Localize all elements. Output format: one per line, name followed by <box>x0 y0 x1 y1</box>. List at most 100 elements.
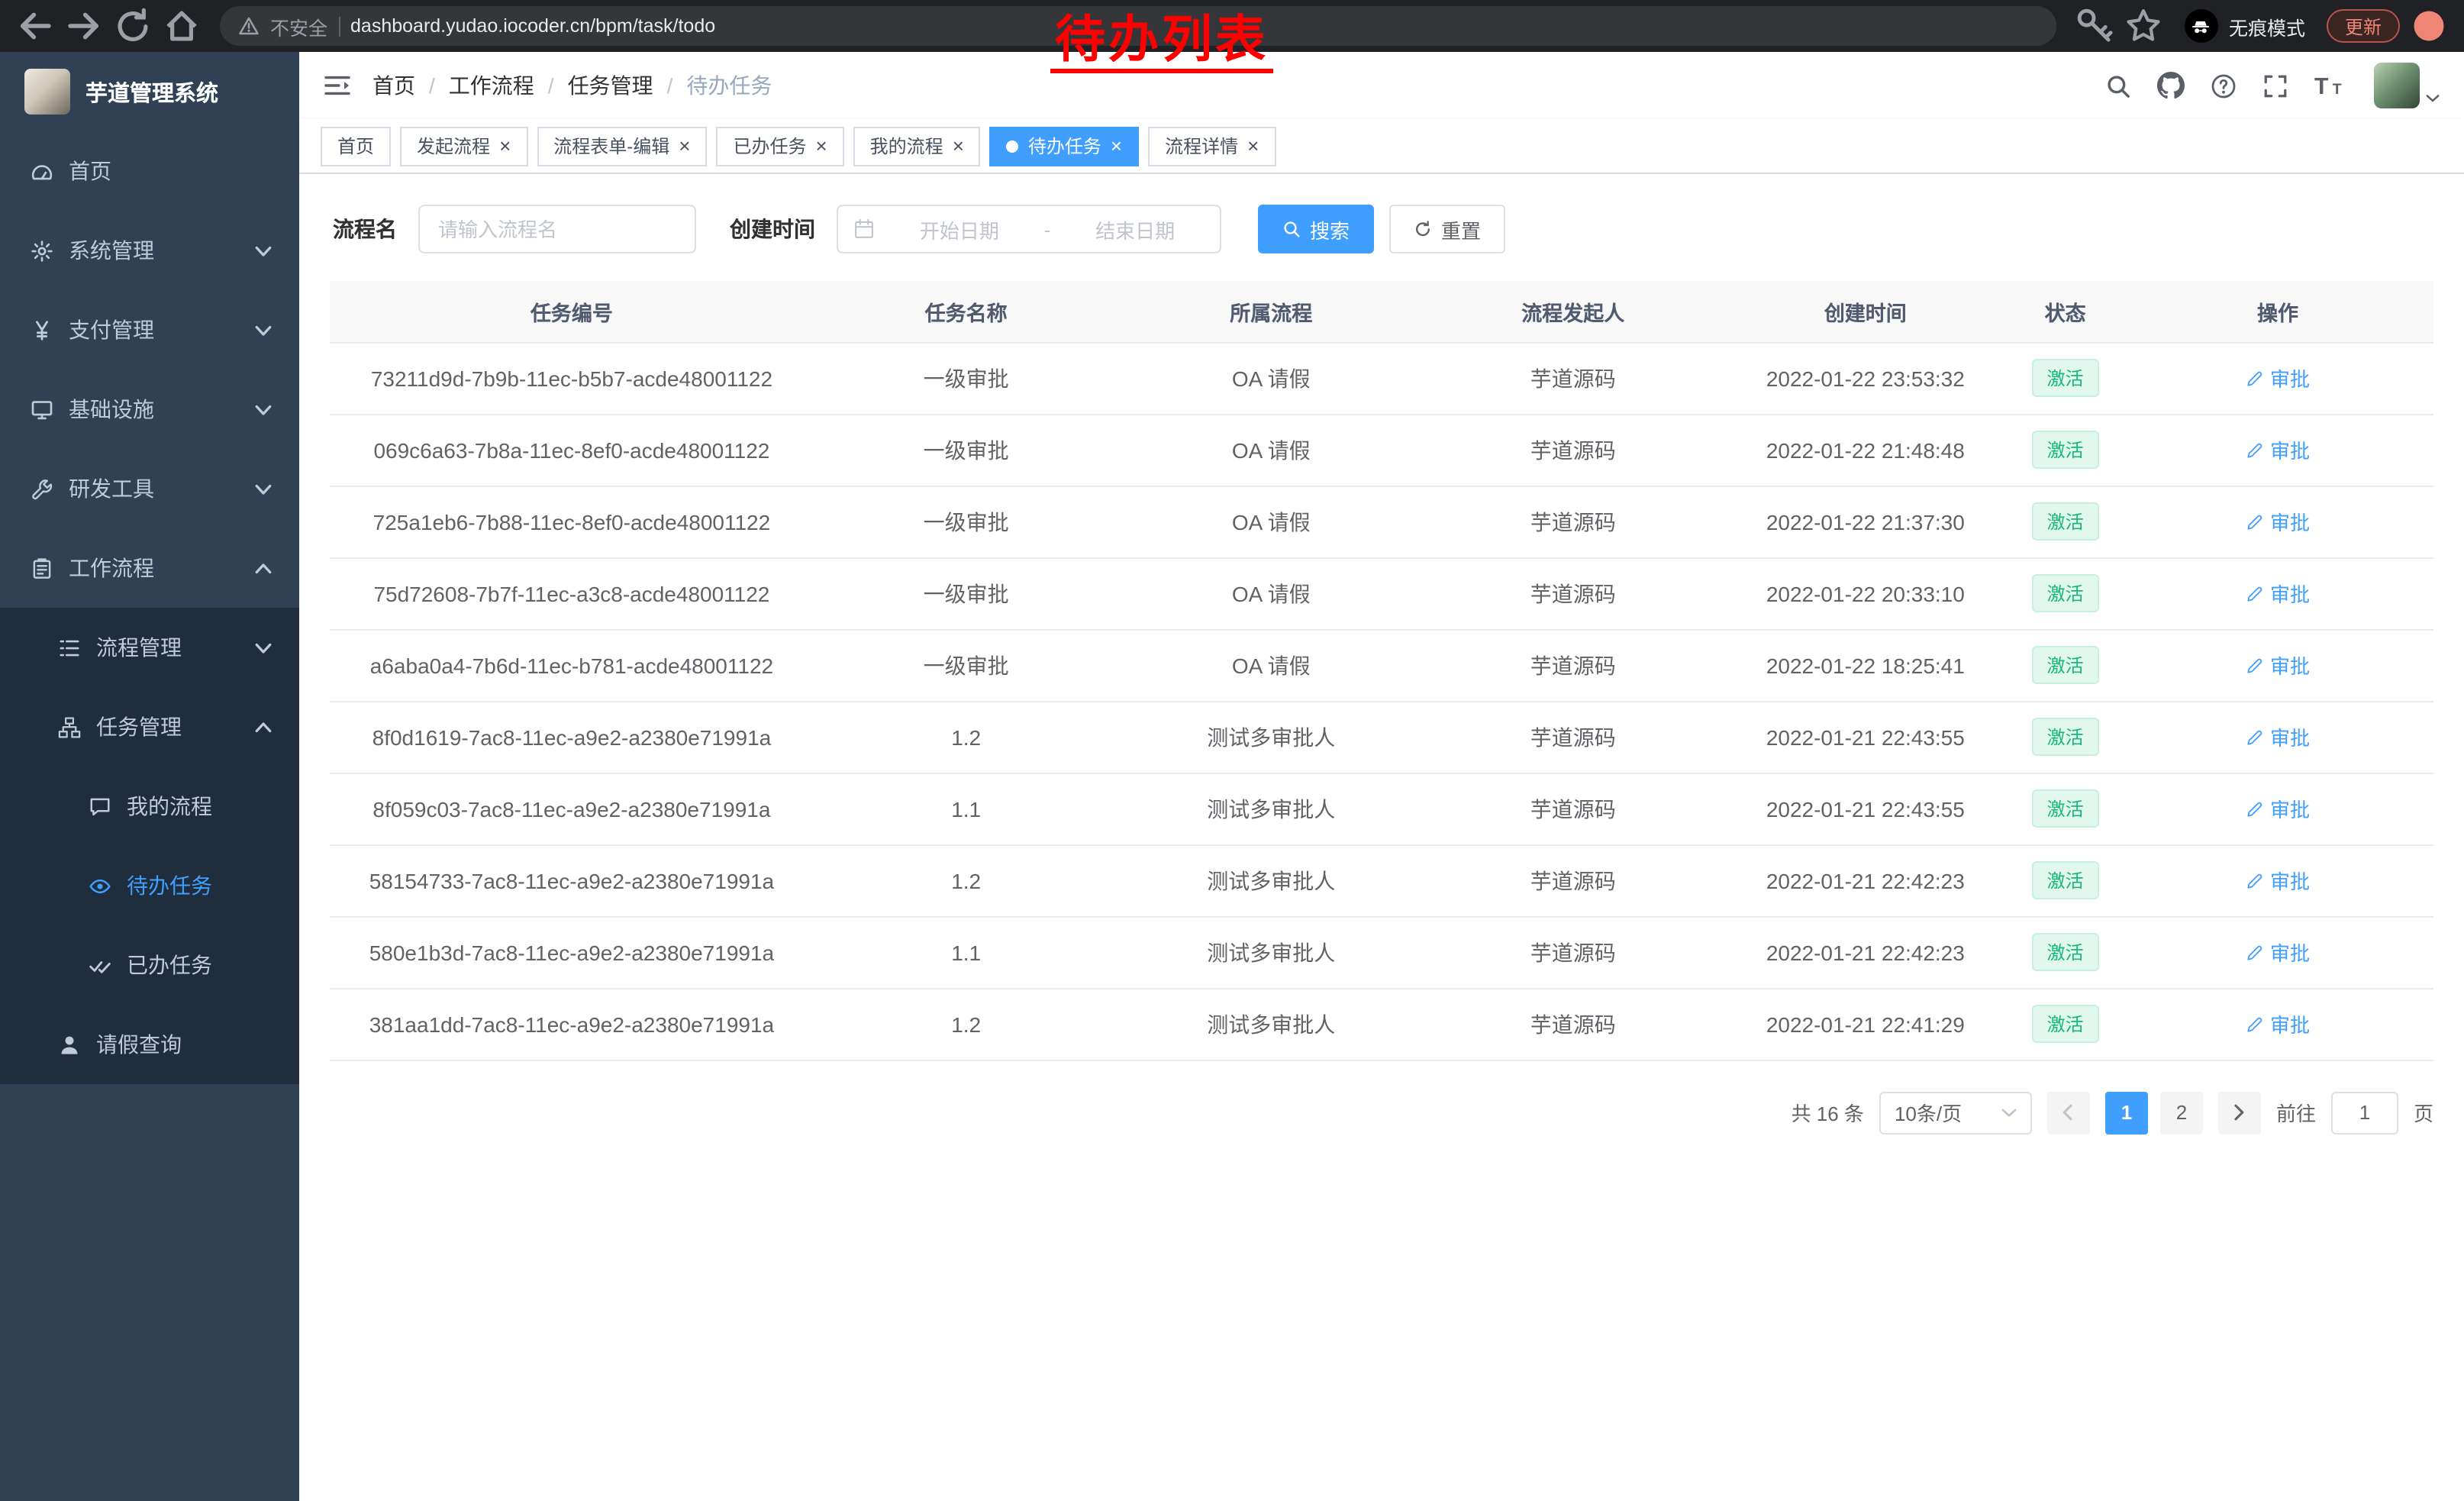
breadcrumb-separator: / <box>667 73 673 98</box>
table-row: 580e1b3d-7ac8-11ec-a9e2-a2380e71991a1.1测… <box>330 916 2433 988</box>
breadcrumb-separator: / <box>429 73 435 98</box>
browser-menu-icon[interactable] <box>2409 6 2449 46</box>
page-button-2[interactable]: 2 <box>2160 1091 2203 1134</box>
table-row: 58154733-7ac8-11ec-a9e2-a2380e71991a1.2测… <box>330 844 2433 916</box>
fullscreen-icon[interactable] <box>2263 73 2289 98</box>
page-unit-label: 页 <box>2414 1098 2433 1127</box>
sidebar-item-process-mgmt[interactable]: 流程管理 <box>0 608 299 687</box>
filter-bar: 流程名 创建时间 开始日期 - 结束日期 搜索 重 <box>330 205 2433 253</box>
browser-back-icon[interactable] <box>15 6 55 46</box>
next-page-button[interactable] <box>2218 1091 2261 1134</box>
approve-link[interactable]: 审批 <box>2246 938 2310 967</box>
cell-task-id: 75d72608-7b7f-11ec-a3c8-acde48001122 <box>330 557 814 629</box>
approve-link[interactable]: 审批 <box>2246 435 2310 464</box>
process-name-input[interactable] <box>418 205 696 253</box>
cell-action: 审批 <box>2122 342 2433 414</box>
sidebar-item-task-mgmt[interactable]: 任务管理 <box>0 687 299 767</box>
approve-link[interactable]: 审批 <box>2246 866 2310 895</box>
cell-status: 激活 <box>2008 629 2122 701</box>
sidebar-item-workflow[interactable]: 工作流程 <box>0 528 299 608</box>
cell-task-name: 1.2 <box>814 844 1119 916</box>
font-size-icon[interactable]: TT <box>2315 72 2348 99</box>
help-icon[interactable] <box>2211 73 2237 98</box>
breadcrumb-item[interactable]: 工作流程 <box>449 70 534 101</box>
github-icon[interactable] <box>2158 72 2185 99</box>
sidebar-item-system[interactable]: 系统管理 <box>0 211 299 290</box>
approve-link[interactable]: 审批 <box>2246 363 2310 392</box>
cell-status: 激活 <box>2008 773 2122 844</box>
svg-text:T: T <box>2315 74 2330 99</box>
cell-process: 测试多审批人 <box>1118 773 1424 844</box>
sidebar-item-infra[interactable]: 基础设施 <box>0 370 299 449</box>
sidebar-item-label: 系统管理 <box>69 235 154 266</box>
tab-流程表单-编辑[interactable]: 流程表单-编辑× <box>537 126 707 166</box>
breadcrumb-item[interactable]: 任务管理 <box>568 70 653 101</box>
sidebar-item-label: 已办任务 <box>127 950 212 980</box>
tab-待办任务[interactable]: 待办任务× <box>990 126 1139 166</box>
approve-link[interactable]: 审批 <box>2246 507 2310 536</box>
tool-icon <box>31 477 53 500</box>
tab-我的流程[interactable]: 我的流程× <box>853 126 981 166</box>
cell-created: 2022-01-22 21:48:48 <box>1722 414 2008 486</box>
goto-page-input[interactable] <box>2331 1091 2398 1134</box>
prev-page-button[interactable] <box>2047 1091 2090 1134</box>
tab-首页[interactable]: 首页 <box>321 126 391 166</box>
page-button-1[interactable]: 1 <box>2105 1091 2148 1134</box>
sidebar-item-label: 流程管理 <box>96 632 182 663</box>
table-header-row: 任务编号任务名称所属流程流程发起人创建时间状态操作 <box>330 281 2433 342</box>
approve-link[interactable]: 审批 <box>2246 794 2310 823</box>
sidebar-item-home[interactable]: 首页 <box>0 131 299 211</box>
approve-link[interactable]: 审批 <box>2246 722 2310 751</box>
browser-update-button[interactable]: 更新 <box>2327 9 2400 43</box>
cell-starter: 芋道源码 <box>1424 629 1722 701</box>
sidebar-item-todo-task[interactable]: 待办任务 <box>0 846 299 925</box>
user-avatar[interactable] <box>2374 63 2440 108</box>
browser-refresh-icon[interactable] <box>113 6 153 46</box>
tab-close-icon[interactable]: × <box>953 136 964 156</box>
date-range-picker[interactable]: 开始日期 - 结束日期 <box>837 205 1221 253</box>
column-header: 操作 <box>2122 281 2433 342</box>
approve-link[interactable]: 审批 <box>2246 1009 2310 1038</box>
table-row: 725a1eb6-7b88-11ec-8ef0-acde48001122一级审批… <box>330 486 2433 557</box>
collapse-sidebar-icon[interactable] <box>324 72 351 99</box>
address-divider <box>338 16 340 36</box>
sidebar-item-payment[interactable]: 支付管理 <box>0 290 299 370</box>
browser-forward-icon[interactable] <box>64 6 104 46</box>
tab-close-icon[interactable]: × <box>815 136 827 156</box>
bookmark-star-icon[interactable] <box>2124 6 2163 46</box>
cell-starter: 芋道源码 <box>1424 844 1722 916</box>
approve-link[interactable]: 审批 <box>2246 579 2310 608</box>
cell-task-name: 一级审批 <box>814 629 1119 701</box>
key-icon[interactable] <box>2075 6 2114 46</box>
tab-close-icon[interactable]: × <box>679 136 690 156</box>
tab-close-icon[interactable]: × <box>499 136 511 156</box>
pencil-icon <box>2246 441 2264 459</box>
reset-icon <box>1414 220 1432 238</box>
page-size-select[interactable]: 10条/页 <box>1879 1091 2032 1134</box>
app-logo[interactable]: 芋道管理系统 <box>0 52 299 131</box>
tab-close-icon[interactable]: × <box>1247 136 1259 156</box>
search-button[interactable]: 搜索 <box>1258 205 1374 253</box>
prev-icon <box>2060 1104 2077 1121</box>
reset-button-label: 重置 <box>1441 215 1481 244</box>
tab-流程详情[interactable]: 流程详情 × <box>1148 126 1276 166</box>
cell-action: 审批 <box>2122 844 2433 916</box>
incognito-badge: 无痕模式 <box>2185 9 2305 43</box>
pencil-icon <box>2246 871 2264 889</box>
tab-close-icon[interactable]: × <box>1111 136 1122 156</box>
svg-text:T: T <box>2333 81 2343 98</box>
tab-已办任务[interactable]: 已办任务× <box>716 126 843 166</box>
sidebar-item-leave-query[interactable]: 请假查询 <box>0 1005 299 1084</box>
tab-label: 流程详情 <box>1165 133 1238 159</box>
sidebar-item-done-task[interactable]: 已办任务 <box>0 925 299 1005</box>
search-icon[interactable] <box>2106 73 2132 98</box>
tab-label: 发起流程 <box>417 133 490 159</box>
sidebar-item-devtools[interactable]: 研发工具 <box>0 449 299 528</box>
approve-link[interactable]: 审批 <box>2246 650 2310 679</box>
tab-发起流程[interactable]: 发起流程 × <box>400 126 527 166</box>
browser-home-icon[interactable] <box>162 6 202 46</box>
reset-button[interactable]: 重置 <box>1389 205 1505 253</box>
table-row: 75d72608-7b7f-11ec-a3c8-acde48001122一级审批… <box>330 557 2433 629</box>
breadcrumb-item[interactable]: 首页 <box>373 70 415 101</box>
sidebar-item-my-process[interactable]: 我的流程 <box>0 767 299 846</box>
